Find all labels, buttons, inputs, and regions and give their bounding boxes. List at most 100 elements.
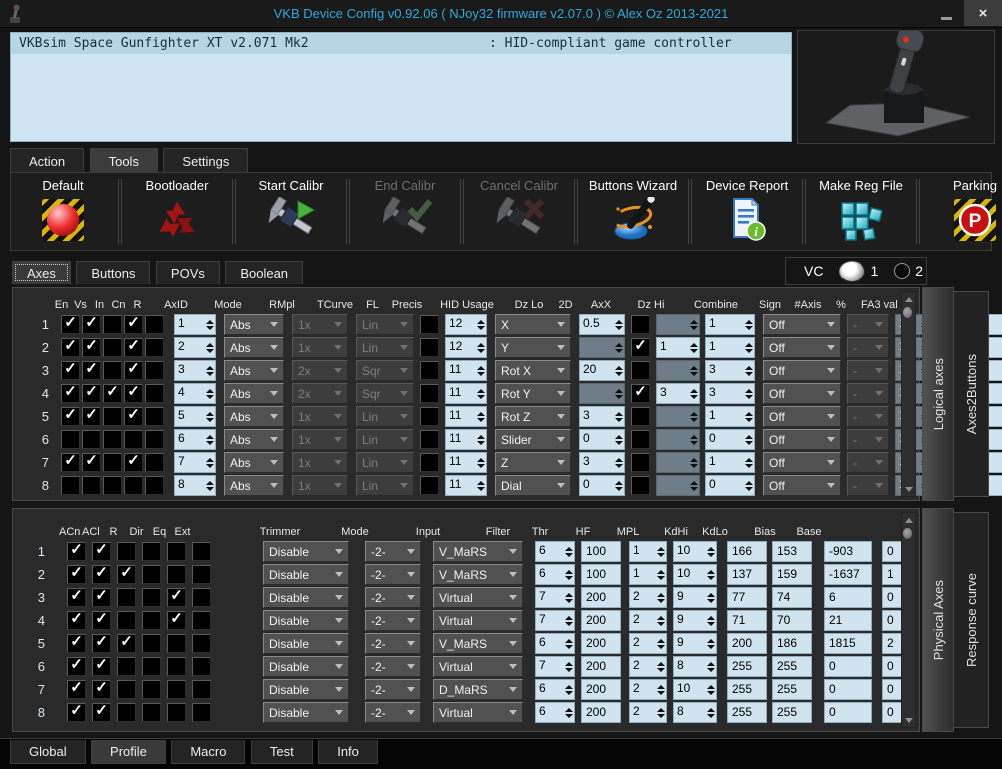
2d-checkbox[interactable] [631, 407, 650, 426]
acl-checkbox[interactable]: ✓ [92, 611, 111, 630]
cancel-calibr-button[interactable]: Cancel Calibr [467, 173, 571, 250]
spin-down-icon[interactable] [744, 440, 753, 445]
kdhi-field[interactable]: 255 [727, 702, 767, 723]
spinner-arrows[interactable] [705, 611, 716, 630]
spin-up-icon[interactable] [476, 365, 485, 370]
cn-checkbox[interactable] [124, 430, 143, 449]
spinner-arrows[interactable] [204, 453, 215, 472]
hf-spinner[interactable]: 1 [629, 541, 667, 562]
dir-checkbox[interactable] [142, 703, 161, 722]
spin-down-icon[interactable] [689, 348, 698, 353]
spin-up-icon[interactable] [564, 546, 573, 551]
dz-hi-spinner[interactable]: 1 [705, 337, 755, 358]
rmpl-select[interactable]: 2x [292, 383, 348, 404]
spin-up-icon[interactable] [706, 661, 715, 666]
fl-checkbox[interactable] [420, 476, 439, 495]
spinner-arrows[interactable] [743, 338, 754, 357]
spin-down-icon[interactable] [689, 486, 698, 491]
thr-field[interactable]: 200 [581, 633, 621, 654]
rmpl-select[interactable]: 1x [292, 337, 348, 358]
r-checkbox[interactable] [145, 361, 164, 380]
mode-select[interactable]: Abs [224, 406, 284, 427]
kdhi-field[interactable]: 166 [727, 541, 767, 562]
spin-down-icon[interactable] [205, 325, 214, 330]
tcurve-select[interactable]: Lin [356, 337, 414, 358]
spin-up-icon[interactable] [656, 707, 665, 712]
spinner-arrows[interactable] [475, 430, 486, 449]
mode-select[interactable]: Abs [224, 452, 284, 473]
dz-hi-spinner[interactable]: 1 [705, 314, 755, 335]
sign-select[interactable]: - [847, 406, 889, 427]
scrollbar-thumb[interactable] [903, 528, 912, 539]
spinner-arrows[interactable] [613, 315, 624, 334]
spinner-arrows[interactable] [688, 338, 699, 357]
thr-field[interactable]: 200 [581, 679, 621, 700]
bias-field[interactable]: 1815 [824, 633, 872, 654]
spin-down-icon[interactable] [706, 667, 715, 672]
scrollbar-down-button[interactable] [902, 714, 915, 726]
in-checkbox[interactable] [103, 361, 122, 380]
spin-down-icon[interactable] [706, 690, 715, 695]
kdlo-field[interactable]: 255 [772, 656, 812, 677]
acn-checkbox[interactable]: ✓ [67, 542, 86, 561]
vs-checkbox[interactable] [82, 430, 101, 449]
dz-hi-spinner[interactable]: 3 [705, 383, 755, 404]
spinner-arrows[interactable] [613, 430, 624, 449]
filter-spinner[interactable]: 6 [535, 633, 575, 654]
tcurve-select[interactable]: Sqr [356, 360, 414, 381]
spin-down-icon[interactable] [564, 621, 573, 626]
spin-up-icon[interactable] [744, 480, 753, 485]
mpl-spinner[interactable]: 8 [673, 656, 717, 677]
r-checkbox[interactable] [117, 680, 136, 699]
spin-down-icon[interactable] [744, 394, 753, 399]
spin-down-icon[interactable] [706, 552, 715, 557]
ext-checkbox[interactable] [192, 657, 211, 676]
spinner-arrows[interactable] [204, 338, 215, 357]
spin-up-icon[interactable] [476, 388, 485, 393]
combine-select[interactable]: Off [763, 406, 841, 427]
mode-select[interactable]: -2- [365, 610, 421, 631]
dz-hi-spinner[interactable]: 0 [705, 429, 755, 450]
spin-up-icon[interactable] [205, 434, 214, 439]
device-report-button[interactable]: Device Report i [695, 173, 799, 250]
axid-spinner[interactable]: 2 [174, 337, 216, 358]
spinner-arrows[interactable] [688, 430, 699, 449]
en-checkbox[interactable]: ✓ [61, 407, 80, 426]
spin-up-icon[interactable] [205, 342, 214, 347]
sign-select[interactable]: - [847, 429, 889, 450]
spin-up-icon[interactable] [656, 592, 665, 597]
spin-down-icon[interactable] [205, 463, 214, 468]
dir-checkbox[interactable] [142, 680, 161, 699]
dz-hi-spinner[interactable]: 0 [705, 475, 755, 496]
spin-down-icon[interactable] [656, 713, 665, 718]
side-tab-logical-axes[interactable]: Logical axes [922, 287, 954, 501]
spin-down-icon[interactable] [656, 598, 665, 603]
r-checkbox[interactable] [117, 542, 136, 561]
fl-checkbox[interactable] [420, 361, 439, 380]
axid-spinner[interactable]: 6 [174, 429, 216, 450]
acl-checkbox[interactable]: ✓ [92, 542, 111, 561]
combine-select[interactable]: Off [763, 475, 841, 496]
combine-select[interactable]: Off [763, 314, 841, 335]
eq-checkbox[interactable] [167, 703, 186, 722]
spin-down-icon[interactable] [564, 575, 573, 580]
in-checkbox[interactable] [103, 407, 122, 426]
spinner-arrows[interactable] [204, 476, 215, 495]
default-button[interactable]: Default [11, 173, 115, 250]
spin-up-icon[interactable] [205, 411, 214, 416]
mode-select[interactable]: Abs [224, 383, 284, 404]
spin-down-icon[interactable] [476, 486, 485, 491]
spinner-arrows[interactable] [204, 407, 215, 426]
eq-checkbox[interactable] [167, 634, 186, 653]
tab-macro[interactable]: Macro [171, 740, 246, 764]
spinner-arrows[interactable] [688, 453, 699, 472]
dir-checkbox[interactable] [142, 588, 161, 607]
fl-checkbox[interactable] [420, 384, 439, 403]
tcurve-select[interactable]: Lin [356, 314, 414, 335]
dz-lo-spinner[interactable]: 3 [579, 452, 625, 473]
spin-up-icon[interactable] [564, 569, 573, 574]
thr-field[interactable]: 100 [581, 541, 621, 562]
spin-down-icon[interactable] [564, 713, 573, 718]
en-checkbox[interactable]: ✓ [61, 361, 80, 380]
acl-checkbox[interactable]: ✓ [92, 588, 111, 607]
